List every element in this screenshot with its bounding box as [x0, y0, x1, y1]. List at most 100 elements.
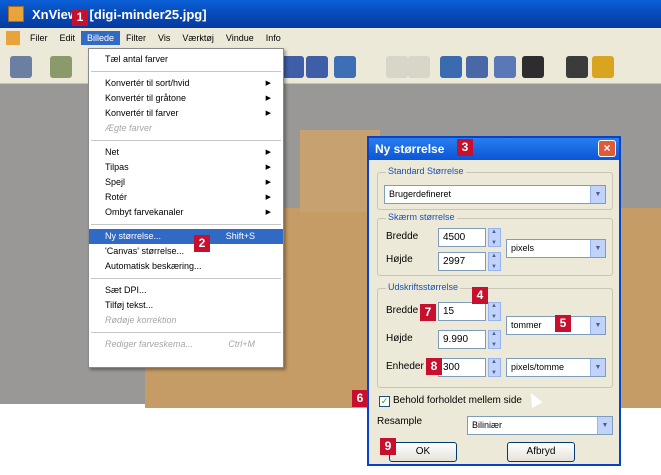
submenu-arrow-icon: ▶ — [265, 95, 271, 102]
fullscreen-icon[interactable] — [440, 56, 462, 78]
menu-item[interactable]: Tæl antal farver — [89, 52, 283, 67]
menu-item[interactable]: Automatisk beskæring... — [89, 259, 283, 274]
menu-item[interactable]: Sæt DPI... — [89, 283, 283, 298]
menu-separator — [91, 71, 281, 72]
submenu-arrow-icon: ▶ — [265, 110, 271, 117]
refresh-icon[interactable] — [334, 56, 356, 78]
resample-label: Resample — [377, 416, 423, 427]
previous-icon[interactable] — [282, 56, 304, 78]
menu-info[interactable]: Info — [260, 31, 287, 45]
standard-size-select[interactable]: Brugerdefineret ▼ — [384, 185, 606, 204]
screen-unit-select[interactable]: pixels ▼ — [506, 239, 606, 258]
screen-size-group: Skærm størrelse Bredde 4500 Højde 2997 p… — [377, 212, 613, 276]
menu-item[interactable]: Konvertér til sort/hvid ▶ — [89, 76, 283, 91]
help-icon[interactable] — [592, 56, 614, 78]
dropdown-arrow-icon[interactable]: ▼ — [590, 186, 605, 203]
menu-item[interactable]: Tilføj tekst... — [89, 298, 283, 313]
dropdown-arrow-icon[interactable]: ▼ — [590, 240, 605, 257]
dropdown-arrow-icon[interactable]: ▼ — [590, 359, 605, 376]
menu-filer[interactable]: Filer — [24, 31, 54, 45]
close-icon[interactable]: × — [598, 140, 616, 157]
next-icon[interactable] — [306, 56, 328, 78]
menu-item[interactable]: Ny størrelse... Shift+S — [89, 229, 283, 244]
menu-filter[interactable]: Filter — [120, 31, 152, 45]
print-size-group: Udskriftsstørrelse Bredde 15 Højde 9.990… — [377, 282, 613, 388]
settings-gear-icon[interactable] — [566, 56, 588, 78]
print-size-label: Udskriftsstørrelse — [386, 282, 461, 292]
menu-item[interactable]: Konvertér til farver ▶ — [89, 106, 283, 121]
menu-item-shortcut: Ctrl+M — [228, 339, 255, 349]
dialog-title: Ny størrelse — [375, 142, 445, 156]
cancel-button[interactable]: Afbryd — [507, 442, 575, 462]
menu-item[interactable]: Ombyt farvekanaler ▶ — [89, 205, 283, 220]
standard-size-group: Standard Størrelse Brugerdefineret ▼ — [377, 166, 613, 210]
menu-vaerktoej[interactable]: Værktøj — [176, 31, 220, 45]
browser-icon[interactable] — [10, 56, 32, 78]
resolution-unit-value: pixels/tomme — [511, 362, 565, 372]
page2-icon[interactable] — [408, 56, 430, 78]
open-icon[interactable] — [50, 56, 72, 78]
resolution-unit-select[interactable]: pixels/tomme ▼ — [506, 358, 606, 377]
page-icon[interactable] — [386, 56, 408, 78]
screen-height-spinner[interactable] — [488, 252, 501, 271]
standard-size-label: Standard Størrelse — [386, 166, 466, 176]
screen-height-input[interactable]: 2997 — [438, 252, 486, 271]
dialog-titlebar: Ny størrelse × — [369, 138, 619, 160]
callout-badge-1: 1 — [72, 9, 88, 26]
dropdown-arrow-icon[interactable]: ▼ — [597, 417, 612, 434]
window-title: XnView - [digi-minder25.jpg] — [32, 6, 207, 22]
menu-item-label: Automatisk beskæring... — [105, 261, 202, 271]
menu-vis[interactable]: Vis — [152, 31, 176, 45]
ok-button[interactable]: OK — [389, 442, 457, 462]
resample-value: Biliniær — [472, 420, 503, 430]
menu-edit[interactable]: Edit — [54, 31, 82, 45]
dropdown-arrow-icon[interactable]: ▼ — [590, 317, 605, 334]
menu-item[interactable]: Rotér ▶ — [89, 190, 283, 205]
print-width-spinner[interactable] — [488, 302, 501, 321]
menu-item-shortcut: Shift+S — [225, 231, 255, 241]
print-width-input[interactable]: 15 — [438, 302, 486, 321]
menu-item[interactable]: Net ▶ — [89, 145, 283, 160]
menu-item[interactable]: 'Canvas' størrelse... — [89, 244, 283, 259]
submenu-arrow-icon: ▶ — [265, 80, 271, 87]
callout-badge-5: 5 — [555, 315, 571, 332]
menu-separator — [91, 140, 281, 141]
camera-icon[interactable] — [522, 56, 544, 78]
menu-item-label: Rødøje korrektion — [105, 315, 177, 325]
keep-ratio-checkbox[interactable]: ✓ — [379, 396, 390, 407]
screen-width-spinner[interactable] — [488, 228, 501, 247]
menu-item: Rediger farveskema... Ctrl+M — [89, 337, 283, 352]
callout-badge-6: 6 — [352, 390, 368, 407]
screen-width-label: Bredde — [386, 231, 419, 242]
menu-item-label: 'Canvas' størrelse... — [105, 246, 184, 256]
standard-size-value: Brugerdefineret — [389, 189, 452, 199]
menu-separator — [91, 224, 281, 225]
menu-item-label: Net — [105, 147, 120, 157]
menu-app-icon[interactable] — [6, 31, 20, 45]
print-height-input[interactable]: 9.990 — [438, 330, 486, 349]
resolution-input[interactable]: 300 — [438, 358, 486, 377]
menu-item-label: Tilpas — [105, 162, 129, 172]
menu-item: Rødøje korrektion — [89, 313, 283, 328]
submenu-arrow-icon: ▶ — [265, 179, 271, 186]
submenu-arrow-icon: ▶ — [265, 164, 271, 171]
menu-billede[interactable]: Billede — [81, 31, 121, 45]
resample-select[interactable]: Biliniær ▼ — [467, 416, 613, 435]
menu-item-label: Ægte farver — [105, 123, 153, 133]
screen-unit-value: pixels — [511, 243, 535, 253]
menu-item[interactable]: Spejl ▶ — [89, 175, 283, 190]
callout-badge-7: 7 — [420, 304, 436, 321]
menu-item-label: Ombyt farvekanaler — [105, 207, 184, 217]
menu-separator — [91, 278, 281, 279]
menu-item[interactable]: Konvertér til gråtone ▶ — [89, 91, 283, 106]
screen-width-input[interactable]: 4500 — [438, 228, 486, 247]
resolution-spinner[interactable] — [488, 358, 501, 377]
scan-icon[interactable] — [494, 56, 516, 78]
screen-size-label: Skærm størrelse — [386, 212, 457, 222]
menu-item[interactable]: Tilpas ▶ — [89, 160, 283, 175]
callout-badge-3: 3 — [457, 139, 473, 156]
print-icon[interactable] — [466, 56, 488, 78]
menu-vindue[interactable]: Vindue — [220, 31, 260, 45]
billede-menu: Tæl antal farver Konvertér til sort/hvid ▶… — [88, 48, 284, 368]
print-height-spinner[interactable] — [488, 330, 501, 349]
